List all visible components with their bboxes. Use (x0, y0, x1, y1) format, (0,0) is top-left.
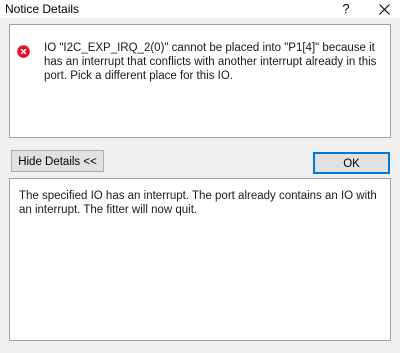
ok-button[interactable]: OK (313, 152, 390, 174)
details-panel[interactable]: The specified IO has an interrupt. The p… (9, 178, 391, 341)
close-icon (378, 4, 390, 16)
help-button[interactable]: ? (336, 0, 356, 18)
notice-details-dialog: Notice Details ? IO "I2C_EXP_IRQ_2(0)" c… (0, 0, 400, 353)
error-message: IO "I2C_EXP_IRQ_2(0)" cannot be placed i… (44, 42, 377, 82)
details-text: The specified IO has an interrupt. The p… (19, 190, 377, 216)
error-icon (17, 45, 30, 58)
window-title: Notice Details (5, 2, 80, 16)
message-panel: IO "I2C_EXP_IRQ_2(0)" cannot be placed i… (9, 24, 391, 138)
title-bar: Notice Details ? (0, 0, 400, 18)
hide-details-button[interactable]: Hide Details << (11, 150, 104, 172)
close-button[interactable] (370, 0, 398, 18)
